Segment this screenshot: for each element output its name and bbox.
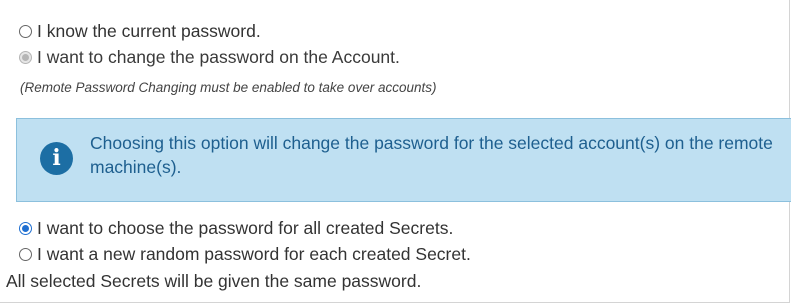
radio-change-password-on-account: I want to change the password on the Acc… — [19, 46, 400, 68]
radio-label-random-password-each: I want a new random password for each cr… — [37, 243, 471, 264]
radio-label-know-current-password: I know the current password. — [37, 20, 261, 41]
radio-choose-password-all[interactable]: I want to choose the password for all cr… — [19, 217, 453, 239]
info-callout: i Choosing this option will change the p… — [16, 118, 791, 202]
radio-label-change-password-on-account: I want to change the password on the Acc… — [37, 46, 400, 67]
radio-label-choose-password-all: I want to choose the password for all cr… — [37, 217, 454, 238]
radio-button-unchecked[interactable] — [19, 247, 32, 261]
info-icon: i — [40, 142, 73, 175]
radio-know-current-password[interactable]: I know the current password. — [19, 20, 261, 42]
radio-button-checked[interactable] — [19, 221, 32, 235]
same-password-footer: All selected Secrets will be given the s… — [6, 271, 422, 291]
radio-random-password-each[interactable]: I want a new random password for each cr… — [19, 243, 471, 265]
remote-password-changing-note: (Remote Password Changing must be enable… — [20, 80, 437, 95]
radio-button-unchecked[interactable] — [19, 24, 32, 38]
radio-button-disabled-selected — [19, 50, 32, 64]
info-callout-text: Choosing this option will change the pas… — [90, 133, 773, 177]
